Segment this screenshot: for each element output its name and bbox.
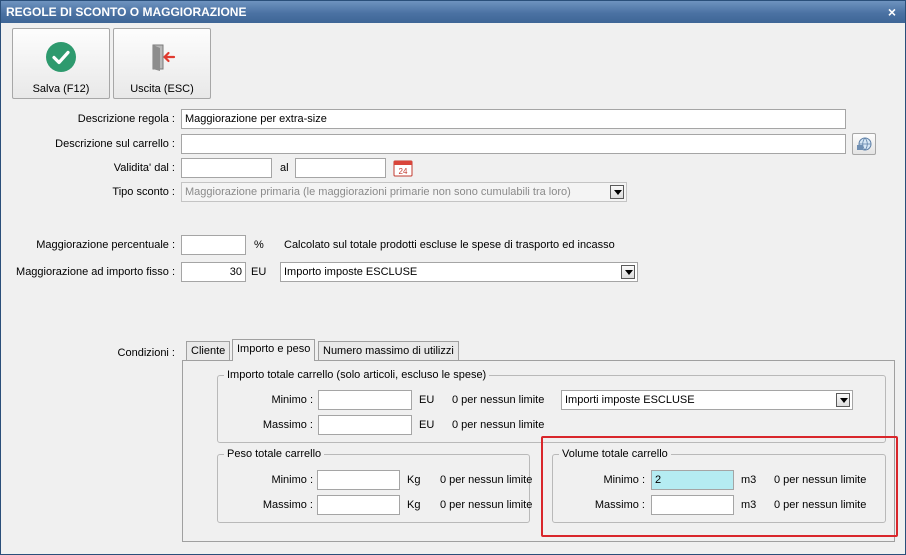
tab-importo-peso[interactable]: Importo e peso xyxy=(232,339,316,361)
peso-min-input[interactable] xyxy=(317,470,400,490)
checkmark-circle-icon xyxy=(46,42,76,72)
perc-unit: % xyxy=(254,239,264,251)
validita-dal-input[interactable] xyxy=(181,158,272,178)
importo-max-note: 0 per nessun limite xyxy=(452,419,545,431)
validita-label: Validita' dal : xyxy=(113,162,175,174)
fisso-unit: EU xyxy=(251,266,267,278)
descrizione-regola-input[interactable]: Maggiorazione per extra-size xyxy=(181,109,846,129)
exit-button-label: Uscita (ESC) xyxy=(130,83,194,95)
peso-max-label: Massimo : xyxy=(262,499,313,511)
importo-min-note: 0 per nessun limite xyxy=(452,394,545,406)
peso-max-note: 0 per nessun limite xyxy=(440,499,533,511)
descrizione-regola-label: Descrizione regola : xyxy=(77,113,175,125)
perc-note: Calcolato sul totale prodotti escluse le… xyxy=(284,239,615,251)
tipo-sconto-value: Maggiorazione primaria (le maggiorazioni… xyxy=(185,186,571,198)
fisso-imposte-value: Importo imposte ESCLUSE xyxy=(284,266,418,278)
importo-imposte-value: Importi imposte ESCLUSE xyxy=(565,394,695,406)
magg-perc-input[interactable] xyxy=(181,235,246,255)
dialog-window: REGOLE DI SCONTO O MAGGIORAZIONE × Salva… xyxy=(0,0,906,555)
window-title: REGOLE DI SCONTO O MAGGIORAZIONE xyxy=(6,5,247,19)
validita-al-input[interactable] xyxy=(295,158,386,178)
save-button[interactable]: Salva (F12) xyxy=(12,28,110,99)
peso-group-title: Peso totale carrello xyxy=(224,447,325,461)
condizioni-label: Condizioni : xyxy=(117,347,175,359)
peso-min-label: Minimo : xyxy=(271,474,313,486)
calendar-icon: 24 xyxy=(393,160,413,177)
importo-max-label: Massimo : xyxy=(262,419,313,431)
close-icon[interactable]: × xyxy=(885,1,899,23)
chevron-down-icon xyxy=(621,265,635,279)
importo-group-title: Importo totale carrello (solo articoli, … xyxy=(224,368,490,382)
tipo-sconto-label: Tipo sconto : xyxy=(112,186,175,198)
calendar-day: 24 xyxy=(399,167,408,176)
highlight-frame xyxy=(541,436,898,537)
peso-min-unit: Kg xyxy=(407,474,421,486)
descrizione-carrello-label: Descrizione sul carrello : xyxy=(55,138,175,150)
title-bar: REGOLE DI SCONTO O MAGGIORAZIONE × xyxy=(1,1,905,23)
importo-min-unit: EU xyxy=(419,394,435,406)
globe-edit-icon xyxy=(857,137,872,151)
importo-max-unit: EU xyxy=(419,419,435,431)
tab-numero-utilizzi[interactable]: Numero massimo di utilizzi xyxy=(318,341,459,361)
save-button-label: Salva (F12) xyxy=(32,83,90,95)
magg-perc-label: Maggiorazione percentuale : xyxy=(36,239,175,251)
peso-min-note: 0 per nessun limite xyxy=(440,474,533,486)
magg-fisso-label: Maggiorazione ad importo fisso : xyxy=(16,266,175,278)
importo-max-input[interactable] xyxy=(318,415,412,435)
calendar-button[interactable]: 24 xyxy=(392,158,414,178)
magg-fisso-input[interactable]: 30 xyxy=(181,262,246,282)
importo-min-label: Minimo : xyxy=(271,394,313,406)
importo-min-input[interactable] xyxy=(318,390,412,410)
importo-imposte-select[interactable]: Importi imposte ESCLUSE xyxy=(561,390,853,410)
peso-max-input[interactable] xyxy=(317,495,400,515)
translate-button[interactable] xyxy=(852,133,876,155)
tab-cliente[interactable]: Cliente xyxy=(186,341,231,361)
exit-door-icon xyxy=(152,44,176,71)
chevron-down-icon xyxy=(610,185,624,199)
chevron-down-icon xyxy=(836,393,850,407)
exit-button[interactable]: Uscita (ESC) xyxy=(113,28,211,99)
descrizione-carrello-input[interactable] xyxy=(181,134,846,154)
fisso-imposte-select[interactable]: Importo imposte ESCLUSE xyxy=(280,262,638,282)
tipo-sconto-select[interactable]: Maggiorazione primaria (le maggiorazioni… xyxy=(181,182,627,202)
peso-max-unit: Kg xyxy=(407,499,421,511)
validita-al-label: al xyxy=(280,162,289,174)
